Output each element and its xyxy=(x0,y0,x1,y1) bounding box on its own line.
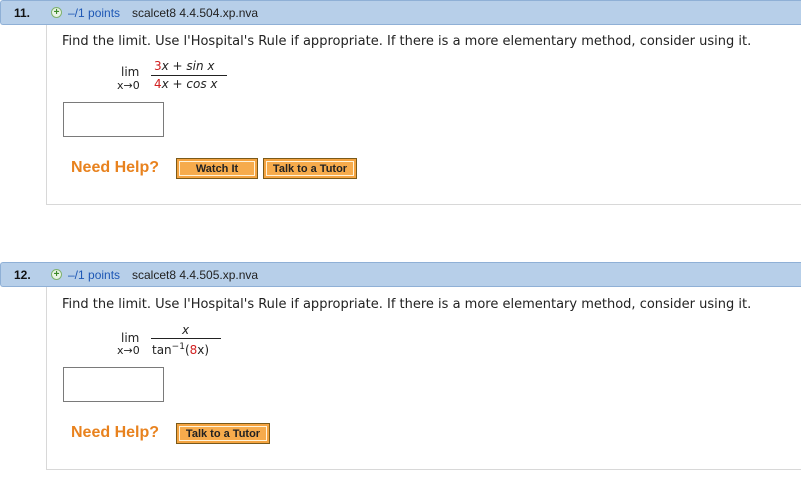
fraction-denominator: 4x + cos x xyxy=(154,77,218,91)
denominator-rest: x) xyxy=(197,343,210,357)
denominator-rest: x + cos x xyxy=(161,77,218,91)
talk-to-tutor-label: Talk to a Tutor xyxy=(179,426,267,441)
inverse-superscript: −1 xyxy=(171,342,185,352)
question-header: 12. + –/1 points scalcet8 4.4.505.xp.nva xyxy=(0,262,801,287)
numerator-var: x xyxy=(182,323,190,337)
fraction-bar xyxy=(151,338,221,339)
denominator-coefficient: 4 xyxy=(154,77,162,91)
question-body: Find the limit. Use l'Hospital's Rule if… xyxy=(46,25,801,205)
question-prompt: Find the limit. Use l'Hospital's Rule if… xyxy=(62,34,752,49)
need-help-label: Need Help? xyxy=(71,424,160,441)
question-number: 12. xyxy=(14,268,31,282)
points-label: –/1 points xyxy=(68,268,121,282)
answer-input[interactable] xyxy=(63,102,164,137)
fraction-numerator: x xyxy=(182,323,189,337)
question-header: 11. + –/1 points scalcet8 4.4.504.xp.nva xyxy=(0,0,801,25)
watch-it-label: Watch It xyxy=(179,161,255,176)
talk-to-tutor-label: Talk to a Tutor xyxy=(266,161,354,176)
question-body: Find the limit. Use l'Hospital's Rule if… xyxy=(46,287,801,470)
talk-to-tutor-button[interactable]: Talk to a Tutor xyxy=(176,423,270,444)
answer-input[interactable] xyxy=(63,367,164,402)
source-label: scalcet8 4.4.505.xp.nva xyxy=(132,268,259,282)
source-label: scalcet8 4.4.504.xp.nva xyxy=(132,6,259,20)
question-number: 11. xyxy=(14,6,31,20)
need-help-label: Need Help? xyxy=(71,159,160,176)
numerator-coefficient: 3 xyxy=(154,59,162,73)
lim-label: lim xyxy=(121,65,140,79)
question-prompt: Find the limit. Use l'Hospital's Rule if… xyxy=(62,297,752,312)
points-label: –/1 points xyxy=(68,6,121,20)
expand-plus-icon[interactable]: + xyxy=(51,7,62,18)
lim-subscript: x→0 xyxy=(117,344,140,357)
talk-to-tutor-button[interactable]: Talk to a Tutor xyxy=(263,158,357,179)
lim-label: lim xyxy=(121,331,140,345)
lim-subscript: x→0 xyxy=(117,79,140,92)
expand-plus-icon[interactable]: + xyxy=(51,269,62,280)
arctan-func: tan xyxy=(152,343,172,357)
watch-it-button[interactable]: Watch It xyxy=(176,158,258,179)
numerator-rest: x + sin x xyxy=(161,59,215,73)
fraction-bar xyxy=(151,75,227,76)
fraction-numerator: 3x + sin x xyxy=(154,59,215,73)
fraction-denominator: tan−1(8x) xyxy=(152,342,209,357)
